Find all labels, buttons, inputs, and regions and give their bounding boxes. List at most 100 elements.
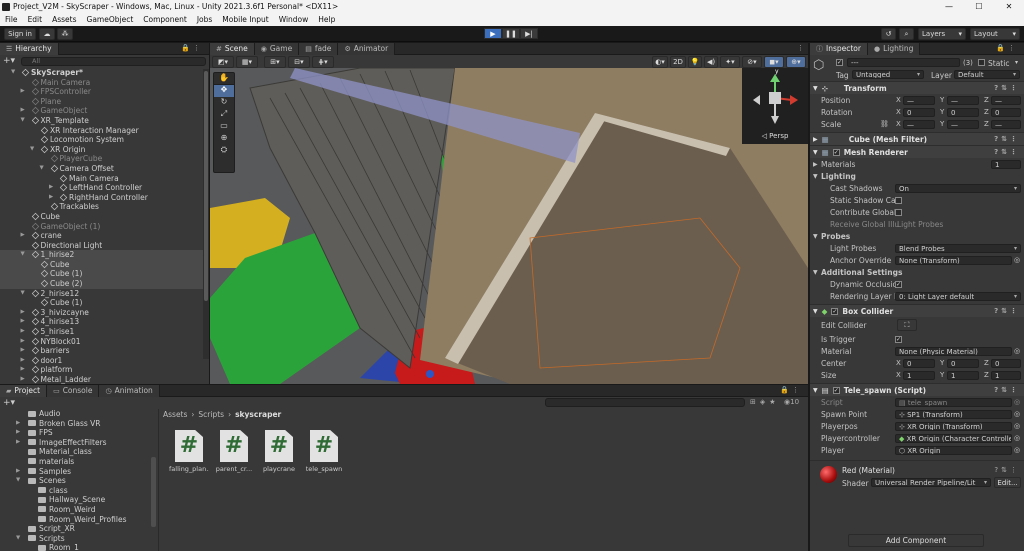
object-picker-icon[interactable]: ◎ bbox=[1014, 422, 1020, 430]
box-collider-enabled-checkbox[interactable]: ✓ bbox=[831, 307, 839, 315]
effects-icon[interactable]: ✦▾ bbox=[720, 55, 740, 68]
center-x-field[interactable]: 0 bbox=[903, 358, 935, 368]
collapsed-arrow-icon[interactable]: ▶ bbox=[21, 327, 25, 337]
hierarchy-item[interactable]: Locomotion System bbox=[0, 135, 209, 145]
hierarchy-item[interactable]: ▶ 3_hivizcayne bbox=[0, 308, 209, 318]
fold-icon[interactable]: ▼ bbox=[813, 269, 818, 276]
object-picker-icon[interactable]: ◎ bbox=[1014, 446, 1020, 454]
collapsed-arrow-icon[interactable]: ▶ bbox=[16, 438, 20, 448]
fold-icon[interactable]: ▶ bbox=[813, 161, 818, 168]
tab-console[interactable]: ▭ Console bbox=[47, 385, 100, 397]
collapsed-arrow-icon[interactable]: ▶ bbox=[21, 106, 25, 116]
rotation-x-field[interactable]: 0 bbox=[903, 107, 935, 117]
collapsed-arrow-icon[interactable]: ▶ bbox=[21, 317, 25, 327]
tab-animation[interactable]: ◷ Animation bbox=[99, 385, 160, 397]
add-component-button[interactable]: Add Component bbox=[848, 534, 984, 547]
object-picker-icon[interactable]: ◎ bbox=[1014, 256, 1020, 264]
draw-mode-icon[interactable]: ◩▾ bbox=[212, 55, 234, 68]
expanded-arrow-icon[interactable]: ▼ bbox=[21, 116, 25, 126]
pause-button[interactable]: ❚❚ bbox=[502, 28, 520, 39]
hand-tool-icon[interactable]: ✋ bbox=[214, 73, 234, 85]
close-window-button[interactable]: ✕ bbox=[994, 2, 1024, 11]
minimize-button[interactable]: — bbox=[934, 2, 964, 11]
folder-item[interactable]: Material_class bbox=[0, 447, 156, 457]
pivot-icon[interactable]: ⊞▾ bbox=[264, 55, 286, 68]
hierarchy-item[interactable]: XR Interaction Manager bbox=[0, 126, 209, 136]
player-field[interactable]: ⬡ XR Origin bbox=[895, 445, 1012, 455]
tab-project[interactable]: ▰ Project bbox=[0, 385, 48, 397]
collapsed-arrow-icon[interactable]: ▶ bbox=[16, 419, 20, 429]
rotation-y-field[interactable]: 0 bbox=[947, 107, 979, 117]
menu-window[interactable]: Window bbox=[274, 15, 314, 24]
folder-item[interactable]: Script_XR bbox=[0, 524, 156, 534]
y-axis-cone-icon[interactable] bbox=[770, 74, 780, 82]
menu-assets[interactable]: Assets bbox=[47, 15, 81, 24]
folder-item[interactable]: ▼ Scripts bbox=[0, 534, 156, 544]
component-menu-icon[interactable]: ?⇅⋮ bbox=[994, 84, 1020, 92]
component-menu-icon[interactable]: ?⇅⋮ bbox=[994, 386, 1020, 394]
materials-count-field[interactable]: 1 bbox=[991, 159, 1021, 169]
hierarchy-item[interactable]: ▼ 1_hirise2 bbox=[0, 250, 209, 260]
edit-collider-button[interactable]: ⛶ bbox=[897, 319, 917, 331]
collapsed-arrow-icon[interactable]: ▶ bbox=[16, 428, 20, 438]
hierarchy-item[interactable]: ▶ RightHand Controller bbox=[0, 193, 209, 203]
collapsed-arrow-icon[interactable]: ▶ bbox=[21, 308, 25, 318]
collab-icon[interactable]: ⁂ bbox=[57, 27, 73, 40]
shading-icon[interactable]: ◐▾ bbox=[652, 55, 668, 68]
snap-icon[interactable]: ⊟▾ bbox=[288, 55, 310, 68]
play-button[interactable]: ▶ bbox=[484, 28, 502, 39]
scale-y-field[interactable]: — bbox=[947, 119, 979, 129]
panel-menu-icon[interactable]: 🔒⋮ bbox=[780, 386, 802, 394]
mode-2d-button[interactable]: 2D bbox=[670, 55, 686, 68]
component-menu-icon[interactable]: ?⇅⋮ bbox=[994, 466, 1020, 474]
light-probes-dropdown[interactable]: Blend Probes bbox=[895, 243, 1021, 253]
custom-tool-icon[interactable]: ⛭ bbox=[214, 145, 234, 157]
collapsed-arrow-icon[interactable]: ▶ bbox=[21, 337, 25, 347]
folder-item[interactable]: ▶ FPS bbox=[0, 428, 156, 438]
panel-menu-icon[interactable]: 🔒⋮ bbox=[996, 44, 1018, 52]
collapsed-arrow-icon[interactable]: ▶ bbox=[21, 87, 25, 97]
hierarchy-item[interactable]: ▼ XR_Template bbox=[0, 116, 209, 126]
hierarchy-item[interactable]: ▶ NYBlock01 bbox=[0, 337, 209, 347]
scale-x-field[interactable]: — bbox=[903, 119, 935, 129]
step-button[interactable]: ▶| bbox=[520, 28, 538, 39]
maximize-button[interactable]: ☐ bbox=[964, 2, 994, 11]
expanded-arrow-icon[interactable]: ▼ bbox=[21, 289, 25, 299]
project-search-input[interactable] bbox=[545, 398, 745, 407]
size-z-field[interactable]: 1 bbox=[991, 370, 1021, 380]
collapsed-arrow-icon[interactable]: ▶ bbox=[21, 365, 25, 375]
hidden-objects-icon[interactable]: ⊘▾ bbox=[742, 55, 762, 68]
fold-icon[interactable]: ▼ bbox=[813, 173, 818, 180]
collapsed-arrow-icon[interactable]: ▶ bbox=[49, 193, 53, 203]
menu-help[interactable]: Help bbox=[313, 15, 340, 24]
tag-dropdown[interactable]: Untagged bbox=[852, 70, 924, 79]
center-z-field[interactable]: 0 bbox=[991, 358, 1021, 368]
fold-icon[interactable]: ▼ bbox=[813, 233, 818, 240]
hierarchy-item[interactable]: ▶ door1 bbox=[0, 356, 209, 366]
tab-scene[interactable]: # Scene bbox=[210, 43, 255, 55]
hierarchy-item[interactable]: GameObject (1) bbox=[0, 222, 209, 232]
tab-animator[interactable]: ⚙ Animator bbox=[338, 43, 396, 55]
panel-menu-icon[interactable]: 🔒⋮ bbox=[181, 44, 203, 52]
position-z-field[interactable]: — bbox=[991, 95, 1021, 105]
folder-item[interactable]: Room_1 bbox=[0, 543, 156, 551]
folder-item[interactable]: ▶ Broken Glass VR bbox=[0, 419, 156, 429]
collapsed-arrow-icon[interactable]: ▶ bbox=[21, 231, 25, 241]
folder-item[interactable]: Room_Weird bbox=[0, 505, 156, 515]
collapsed-arrow-icon[interactable]: ▶ bbox=[21, 346, 25, 356]
anchor-override-field[interactable]: None (Transform) bbox=[895, 255, 1012, 265]
hierarchy-item[interactable]: ▼ SkyScraper* bbox=[0, 68, 209, 78]
menu-component[interactable]: Component bbox=[138, 15, 192, 24]
expanded-arrow-icon[interactable]: ▼ bbox=[21, 250, 25, 260]
sign-in-button[interactable]: Sign in bbox=[4, 27, 36, 40]
tab-inspector[interactable]: ⓘ Inspector bbox=[810, 43, 868, 55]
folder-item[interactable]: Room_Weird_Profiles bbox=[0, 515, 156, 525]
asset-falling-plan[interactable]: # falling_plan... bbox=[169, 430, 209, 473]
collapsed-arrow-icon[interactable]: ▶ bbox=[21, 375, 25, 384]
hierarchy-item[interactable]: ▼ XR Origin bbox=[0, 145, 209, 155]
folder-item[interactable]: materials bbox=[0, 457, 156, 467]
move-tool-icon[interactable]: ✥ bbox=[214, 85, 234, 97]
hierarchy-item[interactable]: Trackables bbox=[0, 202, 209, 212]
panel-menu-icon[interactable]: ⋮ bbox=[797, 44, 804, 52]
mesh-renderer-enabled-checkbox[interactable]: ✓ bbox=[832, 148, 840, 156]
